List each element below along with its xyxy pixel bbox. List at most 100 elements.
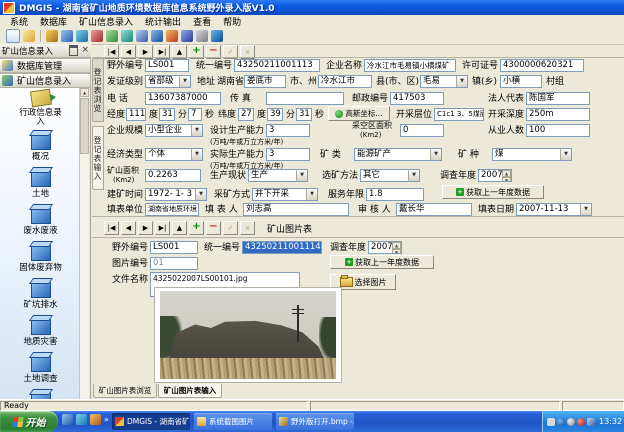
tool-edit-icon[interactable] — [46, 30, 58, 42]
get-prev-year-button[interactable]: +获取上一年度数据 — [442, 185, 544, 199]
tool-chart-icon[interactable] — [181, 30, 193, 42]
menu-help[interactable]: 帮助 — [223, 15, 241, 28]
tool-map-icon[interactable] — [106, 30, 118, 42]
goaf-area-input[interactable]: 0 — [400, 124, 444, 137]
employees-input[interactable]: 100 — [526, 124, 590, 137]
quick-launch-overflow-icon[interactable]: » — [104, 415, 109, 424]
mining-horizon-input[interactable]: C1c1 3、5煤层 — [434, 108, 484, 121]
dropdown-arrow-icon[interactable]: ▼ — [195, 189, 206, 200]
tab-register-input[interactable]: 登记表输入 — [92, 126, 104, 190]
menu-view[interactable]: 查看 — [193, 15, 211, 28]
spinner-buttons[interactable]: ▲▼ — [392, 242, 401, 253]
actual-capacity-input[interactable]: 3 — [266, 148, 310, 161]
dropdown-arrow-icon[interactable]: ▼ — [408, 170, 419, 181]
tray-icon-volume[interactable] — [567, 418, 575, 426]
town-input[interactable]: 小横 — [500, 75, 542, 88]
sidebar-group-database[interactable]: 数据库管理 — [0, 58, 91, 73]
delete-record-button[interactable]: − — [206, 221, 221, 235]
insert-record-button[interactable]: + — [189, 221, 204, 235]
gauss-coord-button[interactable]: 高斯坐标... — [328, 106, 390, 121]
sidebar-item-overview[interactable]: 概况 — [0, 132, 81, 169]
lon-sec-input[interactable]: 7 — [188, 108, 202, 121]
fill-date-select[interactable]: 2007-11-13▼ — [516, 203, 592, 216]
pic-get-prev-year-button[interactable]: +获取上一年度数据 — [330, 255, 434, 269]
sidebar-item-land[interactable]: 土地 — [0, 169, 81, 206]
phone-input[interactable]: 13607387000 — [145, 92, 221, 105]
pin-icon[interactable] — [69, 45, 78, 56]
survey-year-spinner[interactable]: 2007▲▼ — [478, 169, 512, 182]
dropdown-arrow-icon[interactable]: ▼ — [296, 170, 307, 181]
quick-launch-icon[interactable] — [76, 414, 87, 425]
dropdown-arrow-icon[interactable]: ▼ — [430, 149, 441, 160]
tab-register-browse[interactable]: 登记表浏览 — [92, 58, 104, 122]
tray-icon-display[interactable] — [547, 418, 555, 426]
scale-select[interactable]: 小型企业▼ — [145, 124, 203, 137]
new-icon[interactable] — [6, 29, 20, 43]
menu-database[interactable]: 数据库 — [40, 15, 67, 28]
sidebar-group-mine-entry[interactable]: 矿山信息录入 — [0, 73, 91, 88]
tool-flag-icon[interactable] — [166, 30, 178, 42]
dropdown-arrow-icon[interactable]: ▼ — [179, 76, 190, 87]
menu-mine-info-entry[interactable]: 矿山信息录入 — [79, 15, 133, 28]
move-up-button[interactable]: ▲ — [172, 221, 187, 235]
field-no-input[interactable]: LS001 — [145, 59, 189, 72]
open-icon[interactable] — [23, 30, 35, 42]
taskbar-clock[interactable]: 13:32 — [599, 417, 622, 426]
tool-layers-icon[interactable] — [76, 30, 88, 42]
tool-camera-icon[interactable] — [91, 30, 103, 42]
fill-unit-input[interactable]: 湖南省地质环境 — [145, 203, 199, 216]
post-record-button[interactable]: ✓ — [223, 221, 238, 235]
sidebar-scrollbar[interactable]: ▲ ▼ — [79, 88, 89, 414]
taskbar-task-folder[interactable]: 系统截图图片 — [194, 413, 272, 430]
tab-picture-input[interactable]: 矿山图片表输入 — [158, 384, 222, 398]
sidebar-item-geo-hazard[interactable]: 地质灾害 — [0, 317, 81, 354]
close-icon[interactable]: × — [81, 47, 89, 54]
build-time-select[interactable]: 1972- 1- 3▼ — [145, 188, 207, 201]
tool-db-icon[interactable] — [61, 30, 73, 42]
mine-kind-select[interactable]: 煤▼ — [492, 148, 572, 161]
tool-print-icon[interactable] — [196, 30, 208, 42]
move-last-button[interactable]: ▶| — [155, 221, 170, 235]
tool-download-icon[interactable] — [151, 30, 163, 42]
sidebar-item-pit-drainage[interactable]: 矿坑排水 — [0, 280, 81, 317]
design-capacity-input[interactable]: 3 — [266, 124, 310, 137]
taskbar-task-paint[interactable]: 野外版打开.bmp -... — [276, 413, 354, 430]
pic-no-input[interactable]: 01 — [150, 257, 198, 270]
tool-globe-icon[interactable] — [121, 30, 133, 42]
sidebar-item-wastewater[interactable]: 废水废液 — [0, 206, 81, 243]
fill-person-input[interactable]: 刘志高 — [243, 203, 349, 216]
city-input[interactable]: 娄底市 — [244, 75, 286, 88]
mine-area-input[interactable]: 0.2263 — [145, 169, 201, 182]
mining-depth-input[interactable]: 250m — [526, 108, 590, 121]
tool-clock-icon[interactable] — [136, 30, 148, 42]
mine-photo[interactable] — [160, 291, 336, 379]
dropdown-arrow-icon[interactable]: ▼ — [560, 149, 571, 160]
county-select[interactable]: 毛易▼ — [420, 75, 468, 88]
move-first-button[interactable]: |◀ — [104, 221, 119, 235]
pic-field-no-input[interactable]: LS001 — [150, 241, 198, 254]
pic-unified-no-input[interactable]: 43250211001114 — [242, 241, 322, 254]
dropdown-arrow-icon[interactable]: ▼ — [191, 125, 202, 136]
sidebar-item-solid-waste[interactable]: 固体废弃物 — [0, 243, 81, 280]
pic-survey-year-spinner[interactable]: 2007▲▼ — [368, 241, 402, 254]
menu-stat-output[interactable]: 统计输出 — [145, 15, 181, 28]
prefecture-input[interactable]: 冷水江市 — [318, 75, 372, 88]
status-select[interactable]: 生产▼ — [248, 169, 308, 182]
lon-min-input[interactable]: 31 — [159, 108, 175, 121]
tool-run-icon[interactable] — [211, 30, 223, 42]
postcode-input[interactable]: 417503 — [390, 92, 444, 105]
dressing-select[interactable]: 其它▼ — [360, 169, 420, 182]
sidebar-item-land-survey[interactable]: 土地调查 — [0, 354, 81, 391]
lat-min-input[interactable]: 39 — [267, 108, 283, 121]
dropdown-arrow-icon[interactable]: ▼ — [306, 189, 317, 200]
spinner-buttons[interactable]: ▲▼ — [502, 170, 511, 181]
title-bar[interactable]: DMGIS - 湖南省矿山地质环境数据库信息系统野外录入版V1.0 — [0, 0, 624, 15]
legal-rep-input[interactable]: 陈国军 — [526, 92, 590, 105]
lat-sec-input[interactable]: 31 — [296, 108, 312, 121]
dropdown-arrow-icon[interactable]: ▼ — [580, 204, 591, 215]
scrollbar-thumb[interactable] — [80, 98, 89, 154]
auditor-input[interactable]: 戴长华 — [396, 203, 472, 216]
dropdown-arrow-icon[interactable]: ▼ — [191, 149, 202, 160]
unified-no-input[interactable]: 43250211001113 — [234, 59, 320, 72]
dropdown-arrow-icon[interactable]: ▼ — [456, 76, 467, 87]
